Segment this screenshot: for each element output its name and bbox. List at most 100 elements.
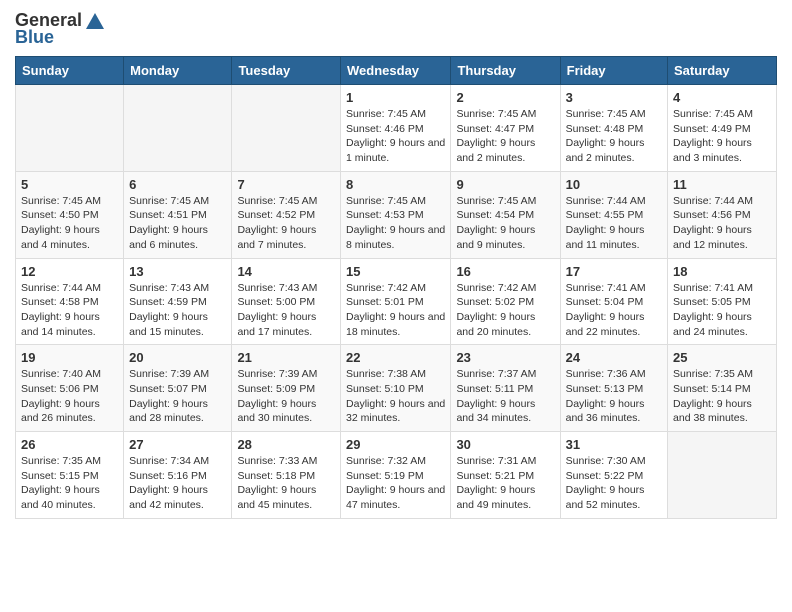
- calendar-cell: 8 Sunrise: 7:45 AM Sunset: 4:53 PM Daylig…: [341, 171, 451, 258]
- day-number: 12: [21, 264, 118, 279]
- calendar-week-2: 5Sunrise: 7:45 AM Sunset: 4:50 PM Daylig…: [16, 171, 777, 258]
- day-info: Sunrise: 7:44 AM Sunset: 4:56 PM Dayligh…: [673, 194, 771, 253]
- day-number: 23: [456, 350, 554, 365]
- calendar-cell: 24 Sunrise: 7:36 AM Sunset: 5:13 PM Dayli…: [560, 345, 667, 432]
- calendar-cell: 4 Sunrise: 7:45 AM Sunset: 4:49 PM Daylig…: [668, 85, 777, 172]
- day-info: Sunrise: 7:41 AM Sunset: 5:05 PM Dayligh…: [673, 281, 771, 340]
- calendar-week-5: 26 Sunrise: 7:35 AM Sunset: 5:15 PM Dayli…: [16, 432, 777, 519]
- calendar-cell: 27Sunrise: 7:34 AM Sunset: 5:16 PM Dayli…: [124, 432, 232, 519]
- logo: General Blue: [15, 10, 106, 48]
- weekday-header-saturday: Saturday: [668, 57, 777, 85]
- day-info: Sunrise: 7:45 AM Sunset: 4:49 PM Dayligh…: [673, 107, 771, 166]
- day-info: Sunrise: 7:35 AM Sunset: 5:15 PM Dayligh…: [21, 454, 118, 513]
- day-info: Sunrise: 7:43 AM Sunset: 5:00 PM Dayligh…: [237, 281, 335, 340]
- calendar-cell: 1 Sunrise: 7:45 AM Sunset: 4:46 PM Daylig…: [341, 85, 451, 172]
- day-info: Sunrise: 7:41 AM Sunset: 5:04 PM Dayligh…: [566, 281, 662, 340]
- day-number: 21: [237, 350, 335, 365]
- day-info: Sunrise: 7:45 AM Sunset: 4:51 PM Dayligh…: [129, 194, 226, 253]
- calendar-cell: 30 Sunrise: 7:31 AM Sunset: 5:21 PM Dayli…: [451, 432, 560, 519]
- day-info: Sunrise: 7:45 AM Sunset: 4:46 PM Dayligh…: [346, 107, 445, 166]
- day-number: 19: [21, 350, 118, 365]
- calendar-cell: [232, 85, 341, 172]
- day-info: Sunrise: 7:44 AM Sunset: 4:58 PM Dayligh…: [21, 281, 118, 340]
- day-info: Sunrise: 7:31 AM Sunset: 5:21 PM Dayligh…: [456, 454, 554, 513]
- calendar-cell: 16Sunrise: 7:42 AM Sunset: 5:02 PM Dayli…: [451, 258, 560, 345]
- day-number: 17: [566, 264, 662, 279]
- weekday-header-thursday: Thursday: [451, 57, 560, 85]
- calendar-week-3: 12 Sunrise: 7:44 AM Sunset: 4:58 PM Dayli…: [16, 258, 777, 345]
- calendar-cell: 13 Sunrise: 7:43 AM Sunset: 4:59 PM Dayli…: [124, 258, 232, 345]
- day-number: 8: [346, 177, 445, 192]
- day-number: 24: [566, 350, 662, 365]
- day-number: 10: [566, 177, 662, 192]
- day-info: Sunrise: 7:39 AM Sunset: 5:09 PM Dayligh…: [237, 367, 335, 426]
- calendar-cell: 26 Sunrise: 7:35 AM Sunset: 5:15 PM Dayli…: [16, 432, 124, 519]
- calendar-cell: 17 Sunrise: 7:41 AM Sunset: 5:04 PM Dayli…: [560, 258, 667, 345]
- calendar-cell: [16, 85, 124, 172]
- day-info: Sunrise: 7:45 AM Sunset: 4:50 PM Dayligh…: [21, 194, 118, 253]
- day-info: Sunrise: 7:35 AM Sunset: 5:14 PM Dayligh…: [673, 367, 771, 426]
- day-number: 13: [129, 264, 226, 279]
- day-info: Sunrise: 7:33 AM Sunset: 5:18 PM Dayligh…: [237, 454, 335, 513]
- calendar-week-1: 1 Sunrise: 7:45 AM Sunset: 4:46 PM Daylig…: [16, 85, 777, 172]
- calendar-cell: 18 Sunrise: 7:41 AM Sunset: 5:05 PM Dayli…: [668, 258, 777, 345]
- day-info: Sunrise: 7:39 AM Sunset: 5:07 PM Dayligh…: [129, 367, 226, 426]
- weekday-header-friday: Friday: [560, 57, 667, 85]
- calendar-cell: 29 Sunrise: 7:32 AM Sunset: 5:19 PM Dayli…: [341, 432, 451, 519]
- calendar-cell: 15Sunrise: 7:42 AM Sunset: 5:01 PM Dayli…: [341, 258, 451, 345]
- day-info: Sunrise: 7:45 AM Sunset: 4:48 PM Dayligh…: [566, 107, 662, 166]
- day-info: Sunrise: 7:44 AM Sunset: 4:55 PM Dayligh…: [566, 194, 662, 253]
- day-info: Sunrise: 7:30 AM Sunset: 5:22 PM Dayligh…: [566, 454, 662, 513]
- day-number: 20: [129, 350, 226, 365]
- day-number: 28: [237, 437, 335, 452]
- day-number: 2: [456, 90, 554, 105]
- calendar-cell: 22Sunrise: 7:38 AM Sunset: 5:10 PM Dayli…: [341, 345, 451, 432]
- day-number: 26: [21, 437, 118, 452]
- day-number: 14: [237, 264, 335, 279]
- calendar-cell: 21 Sunrise: 7:39 AM Sunset: 5:09 PM Dayli…: [232, 345, 341, 432]
- day-info: Sunrise: 7:40 AM Sunset: 5:06 PM Dayligh…: [21, 367, 118, 426]
- calendar-week-4: 19 Sunrise: 7:40 AM Sunset: 5:06 PM Dayli…: [16, 345, 777, 432]
- day-number: 7: [237, 177, 335, 192]
- day-number: 11: [673, 177, 771, 192]
- calendar-cell: 19 Sunrise: 7:40 AM Sunset: 5:06 PM Dayli…: [16, 345, 124, 432]
- day-number: 25: [673, 350, 771, 365]
- page-container: General Blue SundayMondayTuesdayWednesda…: [0, 0, 792, 534]
- day-number: 30: [456, 437, 554, 452]
- day-number: 4: [673, 90, 771, 105]
- day-info: Sunrise: 7:34 AM Sunset: 5:16 PM Dayligh…: [129, 454, 226, 513]
- calendar-table: SundayMondayTuesdayWednesdayThursdayFrid…: [15, 56, 777, 519]
- day-info: Sunrise: 7:45 AM Sunset: 4:52 PM Dayligh…: [237, 194, 335, 253]
- day-info: Sunrise: 7:42 AM Sunset: 5:01 PM Dayligh…: [346, 281, 445, 340]
- calendar-cell: 25 Sunrise: 7:35 AM Sunset: 5:14 PM Dayli…: [668, 345, 777, 432]
- day-info: Sunrise: 7:45 AM Sunset: 4:54 PM Dayligh…: [456, 194, 554, 253]
- day-number: 3: [566, 90, 662, 105]
- calendar-cell: 3 Sunrise: 7:45 AM Sunset: 4:48 PM Daylig…: [560, 85, 667, 172]
- day-info: Sunrise: 7:32 AM Sunset: 5:19 PM Dayligh…: [346, 454, 445, 513]
- weekday-header-wednesday: Wednesday: [341, 57, 451, 85]
- calendar-cell: 31Sunrise: 7:30 AM Sunset: 5:22 PM Dayli…: [560, 432, 667, 519]
- calendar-cell: 5Sunrise: 7:45 AM Sunset: 4:50 PM Daylig…: [16, 171, 124, 258]
- day-info: Sunrise: 7:45 AM Sunset: 4:53 PM Dayligh…: [346, 194, 445, 253]
- day-number: 9: [456, 177, 554, 192]
- calendar-cell: 10 Sunrise: 7:44 AM Sunset: 4:55 PM Dayli…: [560, 171, 667, 258]
- day-number: 18: [673, 264, 771, 279]
- day-info: Sunrise: 7:42 AM Sunset: 5:02 PM Dayligh…: [456, 281, 554, 340]
- logo-blue-text: Blue: [15, 27, 54, 48]
- calendar-cell: 9 Sunrise: 7:45 AM Sunset: 4:54 PM Daylig…: [451, 171, 560, 258]
- calendar-cell: 12 Sunrise: 7:44 AM Sunset: 4:58 PM Dayli…: [16, 258, 124, 345]
- calendar-cell: [124, 85, 232, 172]
- calendar-cell: 11 Sunrise: 7:44 AM Sunset: 4:56 PM Dayli…: [668, 171, 777, 258]
- day-info: Sunrise: 7:38 AM Sunset: 5:10 PM Dayligh…: [346, 367, 445, 426]
- day-number: 6: [129, 177, 226, 192]
- day-info: Sunrise: 7:37 AM Sunset: 5:11 PM Dayligh…: [456, 367, 554, 426]
- day-info: Sunrise: 7:45 AM Sunset: 4:47 PM Dayligh…: [456, 107, 554, 166]
- calendar-cell: 23 Sunrise: 7:37 AM Sunset: 5:11 PM Dayli…: [451, 345, 560, 432]
- day-info: Sunrise: 7:43 AM Sunset: 4:59 PM Dayligh…: [129, 281, 226, 340]
- calendar-cell: 20 Sunrise: 7:39 AM Sunset: 5:07 PM Dayli…: [124, 345, 232, 432]
- calendar-cell: [668, 432, 777, 519]
- calendar-header-row: SundayMondayTuesdayWednesdayThursdayFrid…: [16, 57, 777, 85]
- day-info: Sunrise: 7:36 AM Sunset: 5:13 PM Dayligh…: [566, 367, 662, 426]
- day-number: 29: [346, 437, 445, 452]
- day-number: 1: [346, 90, 445, 105]
